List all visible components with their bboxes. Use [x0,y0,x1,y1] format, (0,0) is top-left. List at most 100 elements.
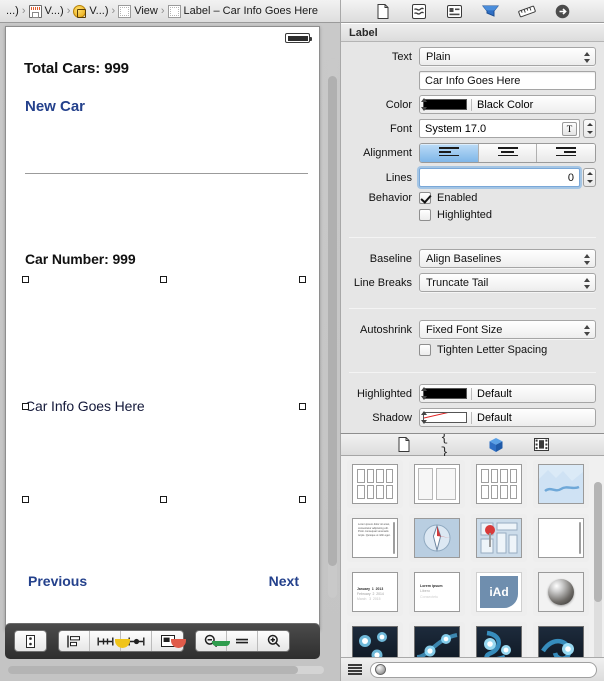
size-inspector-tab[interactable] [517,3,536,20]
zoom-toolbar-group[interactable] [195,630,290,652]
library-item[interactable] [471,622,527,657]
car-number-label[interactable]: Car Number: 999 [25,251,136,267]
library-item[interactable] [347,460,403,508]
lines-value: 0 [567,171,574,184]
canvas-horizontal-scrollbar[interactable] [8,666,324,674]
identity-inspector-tab[interactable] [445,3,464,20]
align-icon[interactable] [59,631,90,651]
library-item[interactable] [409,460,465,508]
selection-handle-top-center[interactable] [160,276,167,283]
line-breaks-popup[interactable]: Truncate Tail [419,273,596,292]
ok-indicator[interactable] [212,641,230,646]
text-value-field[interactable]: Car Info Goes Here [419,71,596,90]
view-controller-scene[interactable]: Total Cars: 999 New Car Car Number: 999 … [5,26,320,630]
library-item[interactable] [533,622,589,657]
car-info-label[interactable]: Car Info Goes Here [25,398,145,414]
baseline-popup[interactable]: Align Baselines [419,249,596,268]
canvas-vertical-scrollbar-thumb[interactable] [328,76,337,566]
canvas-horizontal-scrollbar-thumb[interactable] [8,666,298,674]
library-item[interactable] [533,514,589,562]
chevron-updown-icon [583,50,591,65]
library-item[interactable] [409,622,465,657]
library-item[interactable]: Lorem ipsum dolor sit amet, consectetur … [347,514,403,562]
library-search-field[interactable] [370,661,597,678]
library-scrollbar[interactable] [594,482,602,657]
object-library-tab[interactable] [487,437,505,453]
align-left-segment[interactable] [420,144,479,162]
library-item[interactable] [533,460,589,508]
library-item[interactable] [533,568,589,616]
shadow-color-popup[interactable]: Default [419,408,596,427]
enabled-checkbox[interactable] [419,192,431,204]
breadcrumb-item-view-controller[interactable]: V...) [72,0,109,22]
tighten-letter-spacing-checkbox[interactable] [419,344,431,356]
breadcrumb-item-project[interactable]: ...) [2,0,20,22]
align-right-segment[interactable] [537,144,595,162]
library-item[interactable] [471,514,527,562]
particle-emitter-b-thumb [414,626,460,657]
canvas-vertical-scrollbar[interactable] [328,58,337,598]
zoom-in-icon[interactable] [258,631,289,651]
next-button[interactable]: Next [269,573,299,589]
list-view-icon[interactable] [348,664,362,675]
text-color-popup[interactable]: Black Color [419,95,596,114]
breadcrumb-item-label[interactable]: Label – Car Info Goes Here [167,0,320,22]
selection-handle-top-right[interactable] [299,276,306,283]
document-outline-icon[interactable] [15,631,46,651]
inspector-tab-bar[interactable] [340,0,604,23]
outline-toggle-group[interactable] [14,630,47,652]
lines-field[interactable]: 0 [419,168,580,187]
selection-handle-bottom-left[interactable] [22,496,29,503]
breadcrumb-item-storyboard[interactable]: V...) [28,0,65,22]
zoom-actual-size-icon[interactable] [227,631,258,651]
code-snippet-library-tab[interactable]: { } [441,434,459,460]
shadow-color-swatch-none[interactable] [423,412,467,423]
library-item[interactable]: January 1 2013 February 2 2014 March 3 2… [347,568,403,616]
library-tab-bar[interactable]: { } [341,434,604,460]
canvas-bottom-toolbar[interactable] [5,623,320,659]
font-picker-icon[interactable]: T [562,122,577,136]
lines-stepper[interactable] [583,168,596,187]
attributes-inspector-tab[interactable] [481,3,500,20]
font-field[interactable]: System 17.0 T [419,119,580,138]
color-swatch[interactable] [423,99,467,110]
attributes-inspector[interactable]: Label Text Plain Car Info Goes Here Colo… [340,23,604,433]
highlighted-color-popup[interactable]: Default [419,384,596,403]
quick-help-inspector-tab[interactable] [409,3,428,20]
library-bottom-bar[interactable] [341,657,604,681]
media-library-tab[interactable] [533,437,551,453]
jump-bar[interactable]: ...) › V...) › V...) › View › Label – Ca… [0,0,340,23]
group-divider [349,237,596,238]
text-type-popup[interactable]: Plain [419,47,596,66]
selection-handle-top-left[interactable] [22,276,29,283]
new-car-button[interactable]: New Car [25,98,85,115]
autoshrink-popup[interactable]: Fixed Font Size [419,320,596,339]
library-item[interactable]: Lorem ipsum Libero Consectetu [409,568,465,616]
highlighted-checkbox[interactable] [419,209,431,221]
editor-canvas[interactable]: Total Cars: 999 New Car Car Number: 999 … [0,23,340,681]
file-inspector-tab[interactable] [373,3,392,20]
total-cars-label[interactable]: Total Cars: 999 [24,60,129,77]
library-item[interactable] [347,622,403,657]
swatch-divider [471,411,472,424]
file-template-library-tab[interactable] [395,437,413,453]
library-object-grid[interactable]: Lorem ipsum dolor sit amet, consectetur … [341,456,604,657]
library-item[interactable]: iAd [471,568,527,616]
breadcrumb-item-view[interactable]: View [117,0,159,22]
library-pane[interactable]: { } Lorem ipsum dolor sit amet, consecte… [340,433,604,681]
highlighted-color-swatch[interactable] [423,388,467,399]
selection-handle-bottom-center[interactable] [160,496,167,503]
connections-inspector-tab[interactable] [553,3,572,20]
library-item[interactable] [409,514,465,562]
alignment-segmented-control[interactable] [419,143,596,163]
shadow-label: Shadow [372,411,412,424]
library-scrollbar-thumb[interactable] [594,482,602,602]
font-stepper[interactable] [583,119,596,138]
align-center-segment[interactable] [478,144,538,162]
selection-handle-middle-right[interactable] [299,403,306,410]
selection-handle-bottom-right[interactable] [299,496,306,503]
previous-button[interactable]: Previous [28,573,87,589]
library-item[interactable] [471,460,527,508]
collection-view-cell-thumb [476,464,522,504]
selection-handle-middle-left[interactable] [22,403,29,410]
